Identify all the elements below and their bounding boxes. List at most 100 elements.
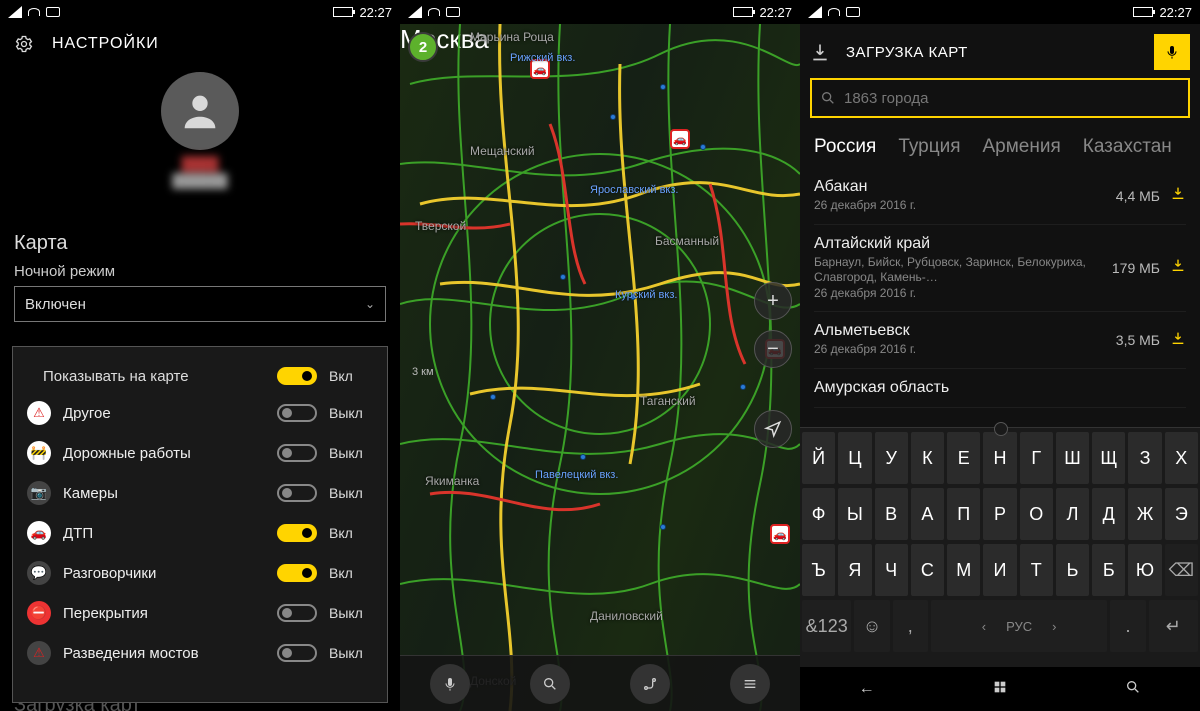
status-time: 22:27 <box>359 5 392 20</box>
key-letter[interactable]: Ы <box>838 488 871 540</box>
city-download-icon[interactable] <box>1170 185 1186 206</box>
settings-title: НАСТРОЙКИ <box>52 35 159 53</box>
map-poi-dot <box>490 394 496 400</box>
layer-toggle-bridge[interactable] <box>277 644 317 662</box>
tab-russia[interactable]: Россия <box>814 136 876 158</box>
show-on-map-state: Вкл <box>329 368 373 384</box>
key-letter[interactable]: Ч <box>875 544 908 596</box>
tab-kazakhstan[interactable]: Казахстан <box>1083 136 1172 158</box>
key-letter[interactable]: А <box>911 488 944 540</box>
key-comma[interactable]: , <box>893 600 928 652</box>
tab-turkey[interactable]: Турция <box>898 136 960 158</box>
download-icon[interactable] <box>810 42 830 62</box>
city-download-icon[interactable] <box>1170 330 1186 351</box>
zoom-in-button[interactable]: + <box>754 282 792 320</box>
zoom-out-button[interactable]: − <box>754 330 792 368</box>
key-period[interactable]: . <box>1110 600 1145 652</box>
road-event-pin[interactable]: 🚗 <box>670 129 690 149</box>
search-field[interactable] <box>810 78 1190 118</box>
key-letter[interactable]: Д <box>1092 488 1125 540</box>
map-canvas[interactable]: 🚗 🚗 🚗 🚗 Москва 3 км Марьина Роща Мещанск… <box>400 24 800 711</box>
layer-toggle-camera[interactable] <box>277 484 317 502</box>
road-event-pin[interactable]: 🚗 <box>770 524 790 544</box>
key-letter[interactable]: Р <box>983 488 1016 540</box>
nav-back[interactable]: ← <box>859 680 875 698</box>
key-letter[interactable]: С <box>911 544 944 596</box>
show-on-map-toggle[interactable] <box>277 367 317 385</box>
key-letter[interactable]: Х <box>1165 432 1198 484</box>
search-input[interactable] <box>844 90 1180 107</box>
layer-state: Выкл <box>329 605 373 621</box>
key-letter[interactable]: О <box>1020 488 1053 540</box>
key-letter[interactable]: Ф <box>802 488 835 540</box>
nav-home[interactable] <box>992 679 1008 700</box>
voice-search-button[interactable] <box>1154 34 1190 70</box>
key-enter[interactable]: ↵ <box>1149 600 1198 652</box>
key-letter[interactable]: П <box>947 488 980 540</box>
city-row[interactable]: Абакан26 декабря 2016 г.4,4 МБ <box>814 168 1186 225</box>
layer-toggle-works[interactable] <box>277 444 317 462</box>
avatar[interactable] <box>161 72 239 150</box>
search-button[interactable] <box>530 664 570 704</box>
nav-search[interactable] <box>1125 679 1141 700</box>
key-letter[interactable]: Ш <box>1056 432 1089 484</box>
key-letter[interactable]: Н <box>983 432 1016 484</box>
district-label: Мещанский <box>470 144 535 158</box>
layer-state: Выкл <box>329 485 373 501</box>
keyboard-handle-icon[interactable] <box>985 422 1015 432</box>
layer-toggle-chat[interactable] <box>277 564 317 582</box>
traffic-level-badge[interactable]: 2 <box>408 32 438 62</box>
key-letter[interactable]: Е <box>947 432 980 484</box>
city-sub: 26 декабря 2016 г. <box>814 342 1106 358</box>
layer-toggle-noentry[interactable] <box>277 604 317 622</box>
key-letter[interactable]: З <box>1128 432 1161 484</box>
voice-button[interactable] <box>430 664 470 704</box>
tab-armenia[interactable]: Армения <box>983 136 1061 158</box>
city-size: 4,4 МБ <box>1116 188 1160 204</box>
key-letter[interactable]: Г <box>1020 432 1053 484</box>
key-letter[interactable]: Ь <box>1056 544 1089 596</box>
city-size: 3,5 МБ <box>1116 332 1160 348</box>
key-backspace[interactable]: ⌫ <box>1165 544 1198 596</box>
key-letter[interactable]: У <box>875 432 908 484</box>
menu-button[interactable] <box>730 664 770 704</box>
key-emoji[interactable]: ☺ <box>854 600 889 652</box>
key-letter[interactable]: В <box>875 488 908 540</box>
key-letter[interactable]: Ж <box>1128 488 1161 540</box>
locate-button[interactable] <box>754 410 792 448</box>
city-row[interactable]: Альметьевск 26 декабря 2016 г. 3,5 МБ <box>814 312 1186 369</box>
key-space[interactable]: ‹РУС› <box>931 600 1107 652</box>
settings-icon[interactable] <box>14 34 34 54</box>
district-label: Таганский <box>640 394 696 408</box>
city-row[interactable]: Амурская область <box>814 369 1186 408</box>
layer-row-noentry: ⛔ПерекрытияВыкл <box>27 593 373 633</box>
layer-toggle-crash[interactable] <box>277 524 317 542</box>
key-letter[interactable]: К <box>911 432 944 484</box>
key-letter[interactable]: И <box>983 544 1016 596</box>
city-row[interactable]: Алтайский крайБарнаул, Бийск, Рубцовск, … <box>814 225 1186 313</box>
key-letter[interactable]: Л <box>1056 488 1089 540</box>
map-poi-dot <box>610 114 616 120</box>
show-on-map-label: Показывать на карте <box>43 368 265 385</box>
search-icon <box>820 90 836 106</box>
key-letter[interactable]: Я <box>838 544 871 596</box>
city-size: 179 МБ <box>1112 260 1160 276</box>
layer-toggle-warn[interactable] <box>277 404 317 422</box>
key-letter[interactable]: Т <box>1020 544 1053 596</box>
key-letter[interactable]: Щ <box>1092 432 1125 484</box>
key-letter[interactable]: М <box>947 544 980 596</box>
key-letter[interactable]: Ъ <box>802 544 835 596</box>
city-name: Альметьевск <box>814 322 1106 340</box>
key-letter[interactable]: Б <box>1092 544 1125 596</box>
city-download-icon[interactable] <box>1170 257 1186 278</box>
key-letter[interactable]: Ю <box>1128 544 1161 596</box>
key-symbols[interactable]: &123 <box>802 600 851 652</box>
key-letter[interactable]: Э <box>1165 488 1198 540</box>
night-mode-dropdown[interactable]: Включен ⌄ <box>14 286 386 322</box>
map-poi-dot <box>580 454 586 460</box>
layer-state: Вкл <box>329 565 373 581</box>
key-letter[interactable]: Й <box>802 432 835 484</box>
map-layers-panel: Показывать на карте Вкл ⚠ДругоеВыкл🚧Доро… <box>12 346 388 703</box>
key-letter[interactable]: Ц <box>838 432 871 484</box>
route-button[interactable] <box>630 664 670 704</box>
